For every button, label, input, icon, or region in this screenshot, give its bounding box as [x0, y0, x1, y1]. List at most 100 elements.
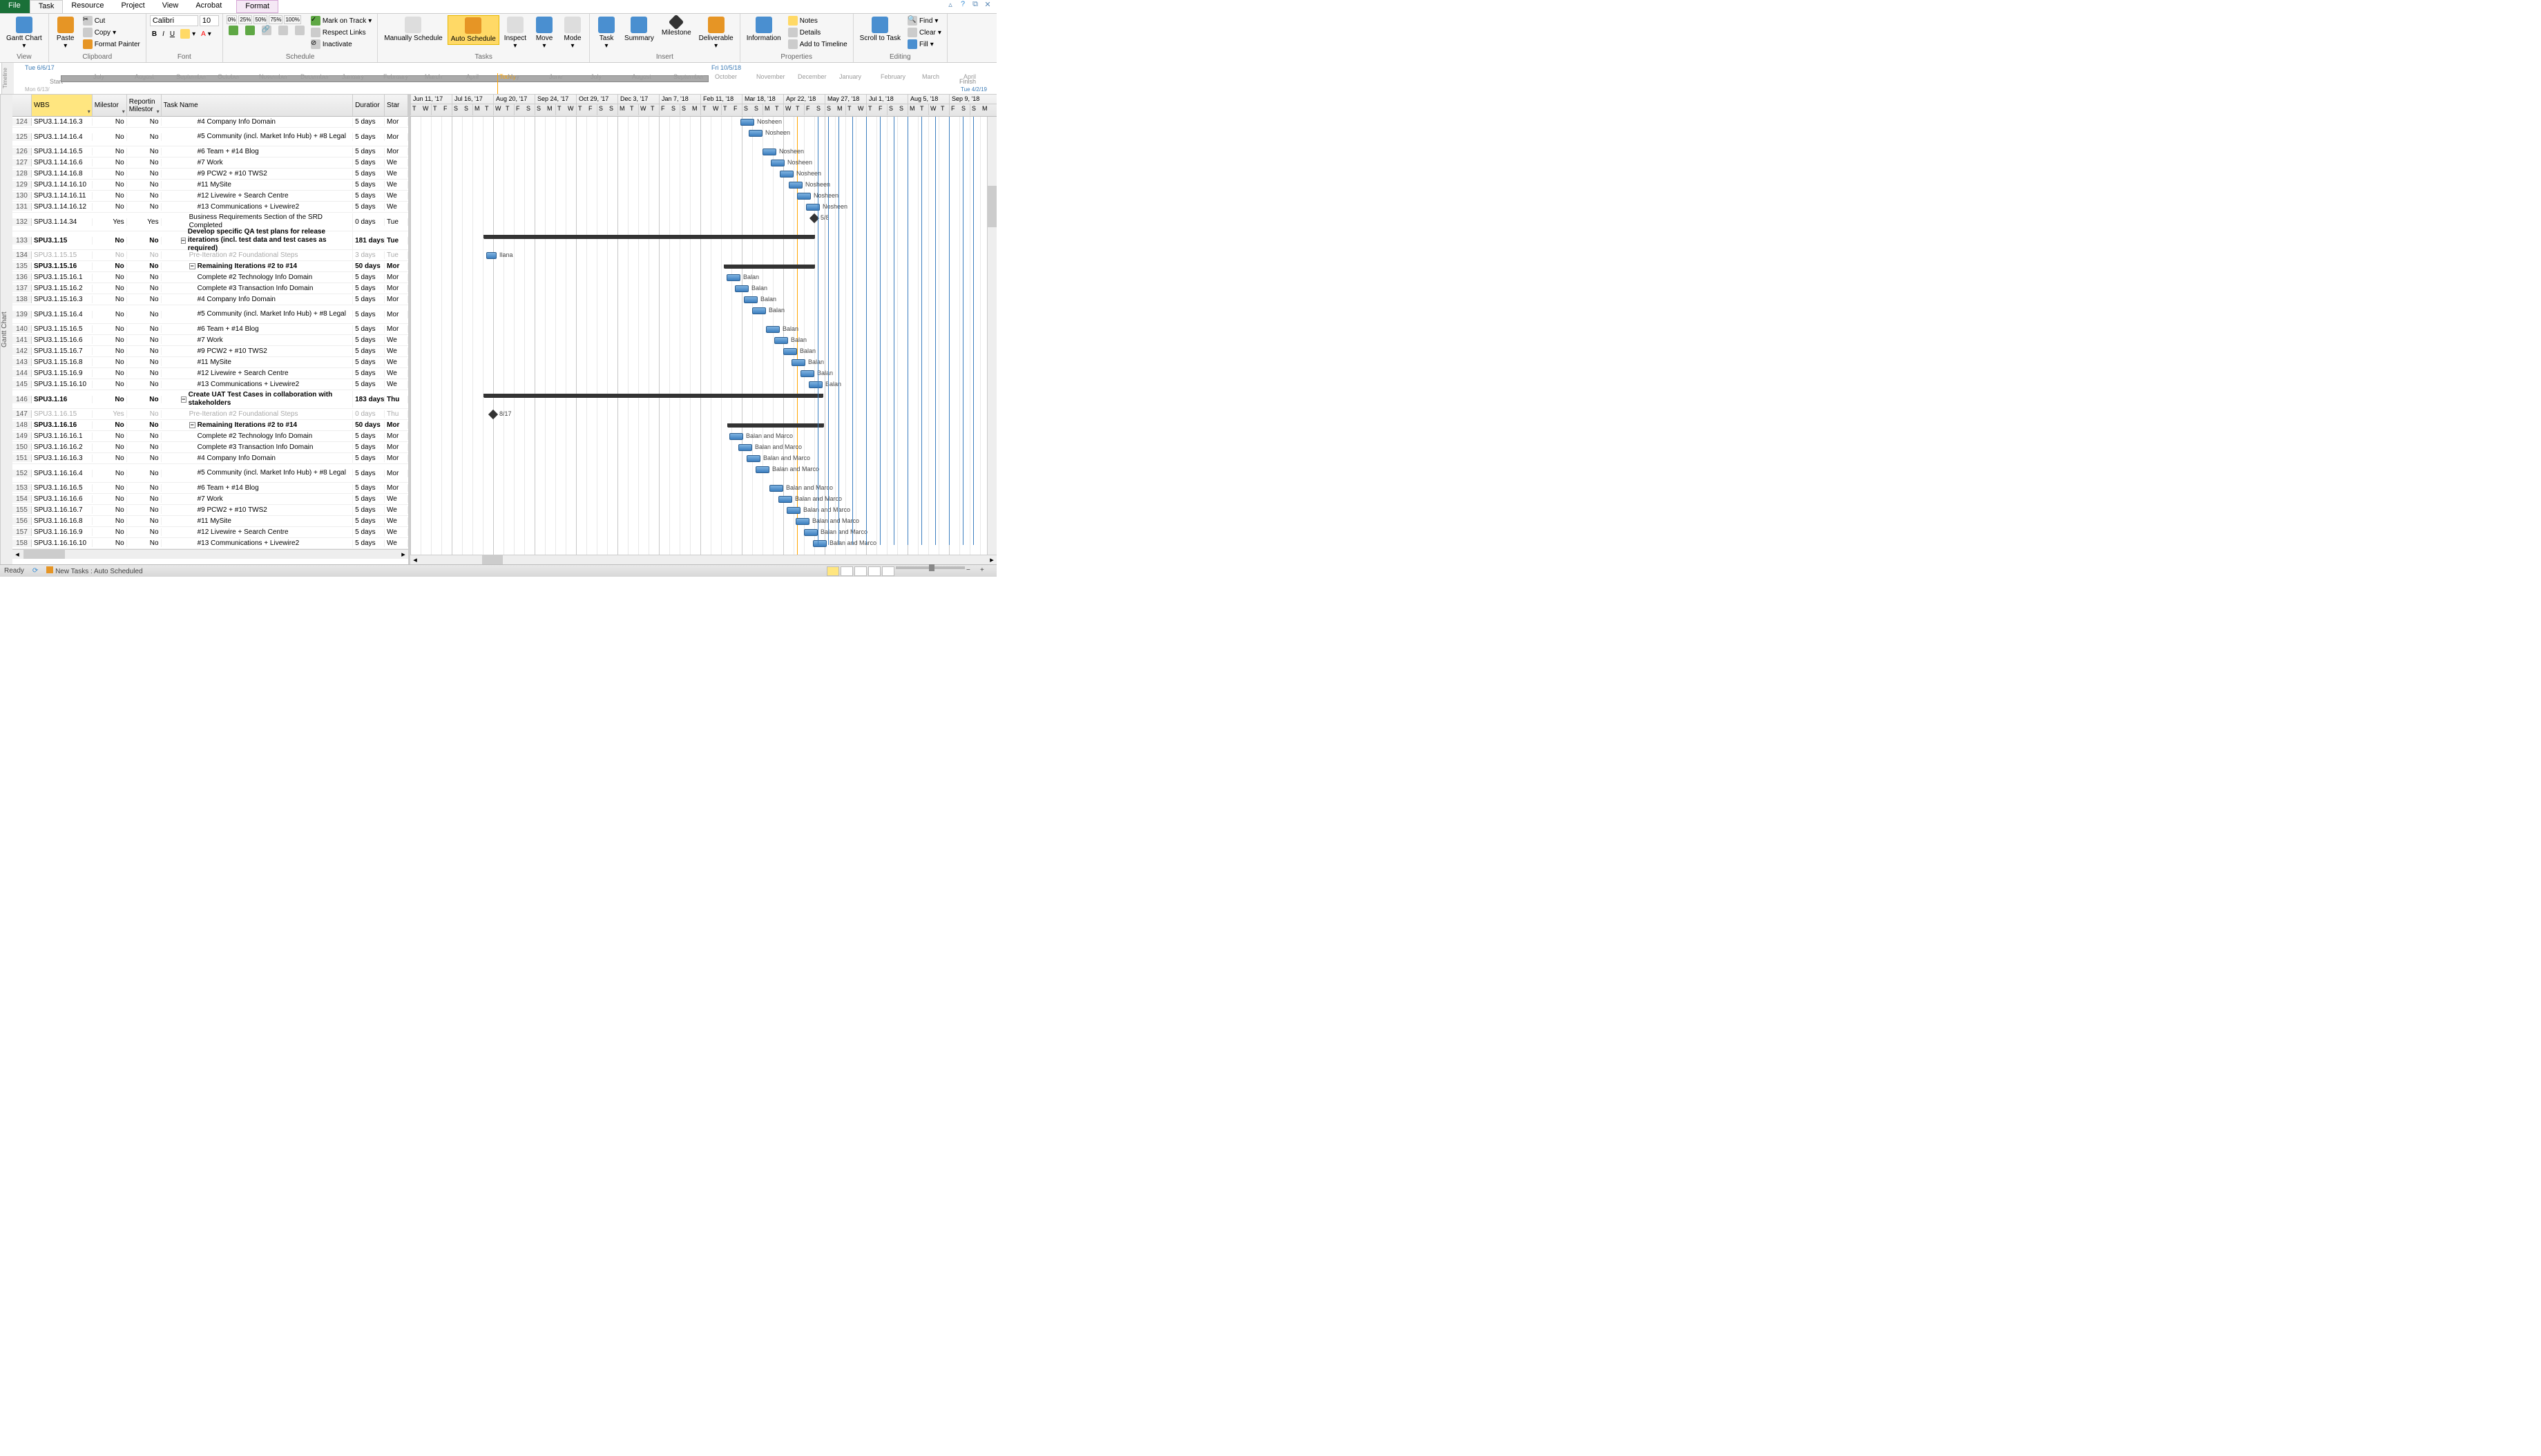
cell-taskname[interactable]: #5 Community (incl. Market Info Hub) + #…: [162, 469, 354, 477]
cell-duration[interactable]: 5 days: [353, 495, 385, 503]
cell-duration[interactable]: 5 days: [353, 311, 385, 318]
cell-milestone[interactable]: No: [93, 539, 127, 547]
cell-reporting-milestone[interactable]: No: [127, 336, 162, 344]
cell-milestone[interactable]: No: [93, 118, 127, 126]
gantt-row[interactable]: Balan and Marco: [410, 538, 997, 549]
cell-duration[interactable]: 5 days: [353, 506, 385, 514]
cell-start[interactable]: Mor: [385, 133, 408, 141]
cell-duration[interactable]: 5 days: [353, 285, 385, 292]
pct50-button[interactable]: 50%: [253, 15, 267, 24]
task-bar[interactable]: [763, 149, 776, 155]
row-number[interactable]: 154: [12, 495, 32, 503]
cell-start[interactable]: Mor: [385, 325, 408, 333]
cell-reporting-milestone[interactable]: No: [127, 274, 162, 281]
cell-wbs[interactable]: SPU3.1.14.16.12: [32, 203, 93, 211]
cell-milestone[interactable]: No: [93, 237, 127, 245]
pct0-button[interactable]: 0%: [227, 15, 238, 24]
col-header-duration[interactable]: Duratior: [353, 95, 385, 116]
cell-milestone[interactable]: No: [93, 443, 127, 451]
cell-wbs[interactable]: SPU3.1.15.16.8: [32, 358, 93, 366]
cell-reporting-milestone[interactable]: No: [127, 347, 162, 355]
table-row[interactable]: 146SPU3.1.16NoNo−Create UAT Test Cases i…: [12, 390, 408, 409]
task-bar[interactable]: [747, 455, 760, 462]
insert-milestone-button[interactable]: Milestone: [659, 15, 694, 38]
gantt-row[interactable]: Nosheen: [410, 146, 997, 157]
table-row[interactable]: 141SPU3.1.15.16.6NoNo#7 Work5 daysWe: [12, 335, 408, 346]
cell-duration[interactable]: 5 days: [353, 203, 385, 211]
table-row[interactable]: 156SPU3.1.16.16.8NoNo#11 MySite5 daysWe: [12, 516, 408, 527]
cell-reporting-milestone[interactable]: No: [127, 528, 162, 536]
cell-wbs[interactable]: SPU3.1.16.16: [32, 421, 93, 429]
cell-wbs[interactable]: SPU3.1.15.16.2: [32, 285, 93, 292]
cell-milestone[interactable]: No: [93, 517, 127, 525]
table-row[interactable]: 126SPU3.1.14.16.5NoNo#6 Team + #14 Blog5…: [12, 146, 408, 157]
table-row[interactable]: 144SPU3.1.15.16.9NoNo#12 Livewire + Sear…: [12, 368, 408, 379]
table-row[interactable]: 124SPU3.1.14.16.3NoNo#4 Company Info Dom…: [12, 117, 408, 128]
gantt-chart-side-tab[interactable]: Gantt Chart: [0, 95, 12, 564]
row-number[interactable]: 143: [12, 358, 32, 366]
cell-milestone[interactable]: No: [93, 274, 127, 281]
row-number[interactable]: 151: [12, 454, 32, 462]
gantt-row[interactable]: Nosheen: [410, 180, 997, 191]
cell-milestone[interactable]: No: [93, 421, 127, 429]
cell-wbs[interactable]: SPU3.1.16.16.3: [32, 454, 93, 462]
cell-duration[interactable]: 0 days: [353, 218, 385, 226]
gantt-row[interactable]: Balan: [410, 346, 997, 357]
cell-duration[interactable]: 5 days: [353, 133, 385, 141]
task-bar[interactable]: [749, 130, 763, 137]
col-header-rownum[interactable]: [12, 95, 32, 116]
mode-button[interactable]: Mode▾: [559, 15, 586, 51]
row-number[interactable]: 153: [12, 484, 32, 492]
cell-start[interactable]: Mor: [385, 148, 408, 155]
gantt-row[interactable]: Balan: [410, 324, 997, 335]
cell-wbs[interactable]: SPU3.1.16.16.5: [32, 484, 93, 492]
cell-milestone[interactable]: No: [93, 148, 127, 155]
cell-reporting-milestone[interactable]: No: [127, 118, 162, 126]
cell-reporting-milestone[interactable]: No: [127, 133, 162, 141]
row-number[interactable]: 124: [12, 118, 32, 126]
cell-milestone[interactable]: No: [93, 528, 127, 536]
split-button[interactable]: [293, 25, 307, 36]
summary-bar[interactable]: [728, 423, 823, 428]
cell-taskname[interactable]: #6 Team + #14 Blog: [162, 148, 354, 156]
cell-milestone[interactable]: No: [93, 358, 127, 366]
cell-start[interactable]: Mor: [385, 454, 408, 462]
cell-wbs[interactable]: SPU3.1.15.16.4: [32, 311, 93, 318]
gantt-row[interactable]: Balan: [410, 272, 997, 283]
gantt-row[interactable]: 8/17: [410, 409, 997, 420]
gantt-row[interactable]: Balan and Marco: [410, 527, 997, 538]
tab-project[interactable]: Project: [113, 0, 153, 13]
task-bar[interactable]: [756, 466, 769, 473]
cell-duration[interactable]: 3 days: [353, 251, 385, 259]
task-bar[interactable]: [752, 307, 766, 314]
cell-start[interactable]: We: [385, 347, 408, 355]
cell-taskname[interactable]: #9 PCW2 + #10 TWS2: [162, 506, 354, 515]
cell-start[interactable]: We: [385, 528, 408, 536]
row-number[interactable]: 129: [12, 181, 32, 189]
refresh-icon[interactable]: ⟳: [32, 567, 38, 575]
cell-milestone[interactable]: Yes: [93, 218, 127, 226]
task-bar[interactable]: [727, 274, 740, 281]
cell-duration[interactable]: 5 days: [353, 432, 385, 440]
cell-wbs[interactable]: SPU3.1.16.16.1: [32, 432, 93, 440]
minimize-ribbon-icon[interactable]: ▵: [944, 0, 957, 13]
bgcolor-button[interactable]: ▾: [178, 28, 198, 39]
cell-wbs[interactable]: SPU3.1.14.16.4: [32, 133, 93, 141]
gantt-row[interactable]: [410, 261, 997, 272]
cell-taskname[interactable]: #9 PCW2 + #10 TWS2: [162, 347, 354, 356]
cell-milestone[interactable]: No: [93, 170, 127, 178]
cell-start[interactable]: We: [385, 203, 408, 211]
tab-format[interactable]: Format: [236, 0, 278, 13]
indent-button[interactable]: [243, 25, 257, 36]
cell-reporting-milestone[interactable]: No: [127, 410, 162, 418]
table-row[interactable]: 157SPU3.1.16.16.9NoNo#12 Livewire + Sear…: [12, 527, 408, 538]
row-number[interactable]: 146: [12, 396, 32, 403]
cell-start[interactable]: Mor: [385, 118, 408, 126]
table-row[interactable]: 155SPU3.1.16.16.7NoNo#9 PCW2 + #10 TWS25…: [12, 505, 408, 516]
cell-taskname[interactable]: #11 MySite: [162, 181, 354, 189]
cell-wbs[interactable]: SPU3.1.14.16.6: [32, 159, 93, 166]
cell-duration[interactable]: 5 days: [353, 325, 385, 333]
font-size-select[interactable]: [200, 15, 219, 26]
task-bar[interactable]: [738, 444, 752, 451]
cell-start[interactable]: Mor: [385, 274, 408, 281]
